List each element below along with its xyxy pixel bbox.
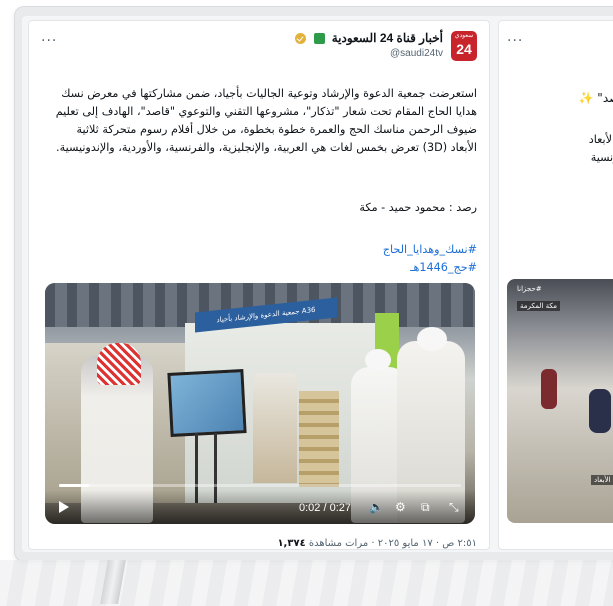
tweet2-text-line: وع "قاصد" ✨: [579, 91, 613, 105]
tweet2-text-line: رية والفرنسية: [590, 151, 613, 164]
video-scene-shelf: [299, 391, 339, 487]
tweet-text: استعرضت جمعية الدعوة والإرشاد وتوعية الج…: [55, 87, 477, 154]
video-player-2[interactable]: #حجزانا مكة المكرمة ثة الأبعاد: [507, 279, 613, 523]
video-person-head: [417, 327, 447, 351]
views-label: مرات مشاهدة: [308, 538, 369, 549]
video2-location: مكة المكرمة: [517, 301, 560, 311]
video-person-headscarf: [97, 343, 141, 385]
reporter-credit: رصد : محمود حميد - مكة: [359, 201, 477, 214]
video2-hashtag: #حجزانا: [517, 285, 542, 293]
video2-caption: ثة الأبعاد: [591, 475, 613, 485]
tweet-timestamp[interactable]: ٢:٥١ ص · ١٧ مايو ٢٠٢٥ ·: [371, 538, 477, 549]
video2-scene-figure: [589, 389, 611, 433]
verified-icon: [295, 33, 307, 45]
video-player[interactable]: جمعية الدعوة والإرشاد بأجياد A36 0:02 / …: [45, 283, 475, 524]
play-icon[interactable]: [59, 501, 69, 513]
tweet2-text-line: ثلاثية الأبعاد: [588, 133, 613, 146]
fullscreen-icon[interactable]: ⤡: [449, 500, 459, 515]
avatar-number: 24: [456, 41, 472, 57]
more-icon[interactable]: ···: [41, 33, 57, 49]
volume-icon[interactable]: 🔈: [369, 500, 384, 514]
gear-icon[interactable]: ⚙: [395, 500, 406, 514]
flag-icon: [314, 33, 326, 45]
more-icon[interactable]: ···: [507, 33, 523, 49]
floor-shadow: [0, 560, 613, 606]
video-person-head: [365, 349, 391, 371]
video-controls: 0:02 / 0:27 🔈 ⚙ ⧉ ⤡: [45, 490, 475, 524]
sparkle-icon: ✨: [578, 91, 594, 105]
video2-scene-figure: [541, 369, 557, 409]
video-scene-rollup: [253, 373, 297, 483]
avatar-small-text: سعودي: [454, 33, 474, 39]
tweet-card-2[interactable]: ··· وع "قاصد" ✨ ثلاثية الأبعاد رية والفر…: [498, 20, 613, 550]
video-progress-fill: [59, 484, 89, 487]
video-progress-bar[interactable]: [59, 484, 461, 487]
hashtag-link[interactable]: #حج_1446هـ: [383, 259, 477, 277]
account-name[interactable]: أخبار قناة 24 السعودية: [332, 31, 443, 45]
screen: سعودي 24 أخبار قناة 24 السعودية @saudi24…: [22, 16, 613, 552]
tweet-card[interactable]: سعودي 24 أخبار قناة 24 السعودية @saudi24…: [28, 20, 490, 550]
pip-icon[interactable]: ⧉: [421, 500, 430, 515]
hashtag-link[interactable]: #نسك_وهدايا_الحاج: [383, 241, 477, 259]
account-handle[interactable]: @saudi24tv: [390, 48, 443, 59]
account-name-line[interactable]: أخبار قناة 24 السعودية: [293, 31, 443, 45]
hashtags: #نسك_وهدايا_الحاج #حج_1446هـ: [383, 241, 477, 277]
tweet2-line1: وع "قاصد": [597, 91, 613, 105]
tweet-meta: ٢:٥١ ص · ١٧ مايو ٢٠٢٥ · مرات مشاهدة ١,٣٧…: [277, 538, 477, 549]
video-time: 0:02 / 0:27: [299, 502, 351, 514]
tweet-header: سعودي 24 أخبار قناة 24 السعودية @saudi24…: [41, 29, 477, 65]
video-scene-display: [167, 369, 247, 437]
views-count: ١,٣٧٤: [277, 538, 306, 549]
avatar[interactable]: سعودي 24: [451, 31, 477, 61]
